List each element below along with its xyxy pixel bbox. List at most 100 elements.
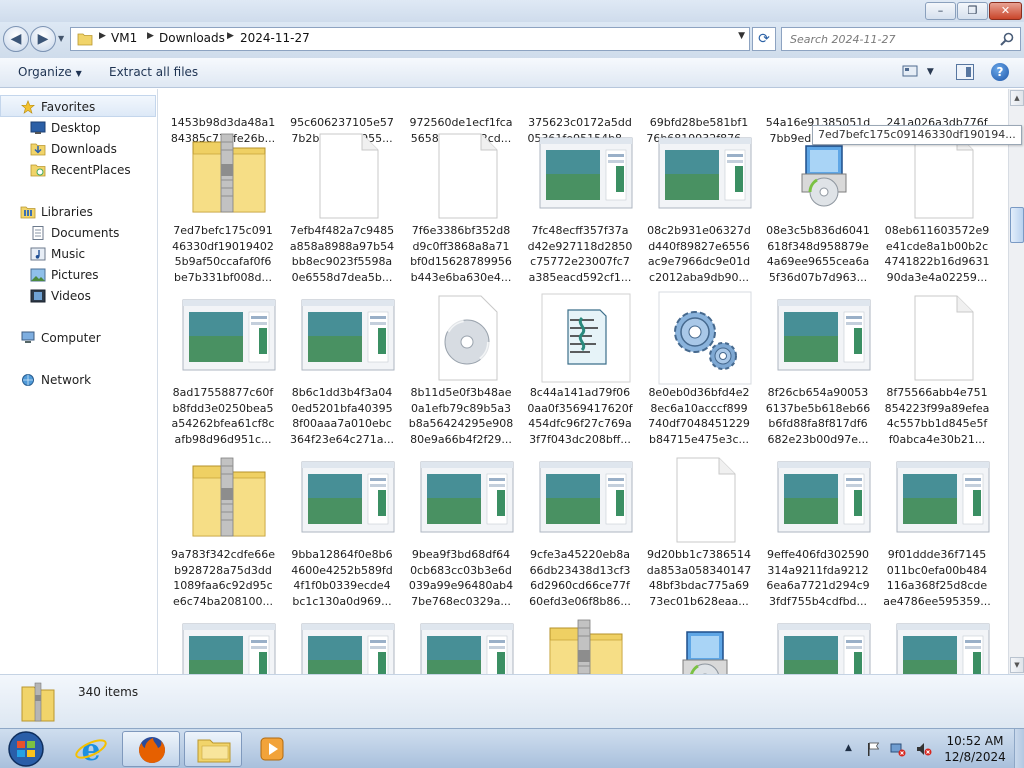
address-bar[interactable]: ▶ VM1 ▶ Downloads ▶ 2024-11-27 ▼ xyxy=(70,27,750,51)
network-status-icon[interactable] xyxy=(890,741,906,757)
file-name-line: a54262bfea61cf8c xyxy=(171,417,275,430)
nav-pictures-label: Pictures xyxy=(51,268,99,282)
file-name-line: 4600e4252b589fd xyxy=(291,563,393,577)
file-name-line: 0e6558d7dea5b... xyxy=(291,270,393,284)
crumb-separator-icon[interactable]: ▶ xyxy=(227,31,234,41)
show-hidden-icons-button[interactable]: ▲ xyxy=(845,743,852,753)
file-name-line: d440f89827e6556 xyxy=(648,239,750,253)
file-item[interactable]: 7fc48ecff357f37a d42e927118d2850 c75772e23… xyxy=(524,127,636,289)
file-item[interactable] xyxy=(524,613,636,674)
back-button[interactable]: ◀ xyxy=(3,26,29,52)
file-item[interactable]: 08c2b931e06327d d440f89827e6556 ac9e7966dc… xyxy=(643,127,755,289)
file-name-line: 08eb611603572e9 xyxy=(884,224,990,237)
file-name-line: 66db23438d13cf3 xyxy=(529,563,631,577)
navigation-pane: Favorites Desktop Downloads RecentPlaces… xyxy=(0,89,158,674)
show-desktop-button[interactable] xyxy=(1014,729,1024,768)
file-name-line: 682e23b00d97e... xyxy=(767,432,869,446)
scroll-up-button[interactable]: ▲ xyxy=(1010,90,1024,106)
crumb-separator-icon[interactable]: ▶ xyxy=(99,31,106,41)
organize-button[interactable]: Organize ▼ xyxy=(18,65,82,79)
file-item[interactable]: 08eb611603572e9 e41cde8a1b00b2c 4741822b16… xyxy=(881,127,993,289)
file-item[interactable]: 9f01ddde36f7145 011bc0efa00b484 116a368f25… xyxy=(881,451,993,613)
file-item[interactable]: 8b11d5e0f3b48ae 0a1efb79c89b5a3 b8a5642429… xyxy=(405,289,517,451)
file-item[interactable]: 9a783f342cdfe66e b928728a75d3dd 1089faa6c9… xyxy=(167,451,279,613)
address-row: ◀ ▶ ▼ ▶ VM1 ▶ Downloads ▶ 2024-11-27 ▼ ⟳ xyxy=(0,22,1024,58)
close-button[interactable]: ✕ xyxy=(989,2,1022,20)
file-item[interactable] xyxy=(881,613,993,674)
crumb-date-folder[interactable]: 2024-11-27 xyxy=(240,31,310,45)
window-thumbnail-icon xyxy=(539,137,633,209)
organize-label: Organize xyxy=(18,65,72,79)
vertical-scrollbar[interactable]: ▲ ▼ xyxy=(1008,89,1024,674)
help-button[interactable]: ? xyxy=(991,63,1009,81)
file-item[interactable]: 9cfe3a45220eb8a 66db23438d13cf3 6d2960cd66… xyxy=(524,451,636,613)
installer-icon xyxy=(682,631,728,674)
change-view-button[interactable]: ▼ xyxy=(902,65,940,81)
action-center-flag-icon[interactable] xyxy=(866,741,882,757)
file-name: 9d20bb1c7386514 da853a058340147 48bf3bdac7… xyxy=(643,547,755,609)
script-file-icon xyxy=(541,293,631,383)
libraries-icon xyxy=(20,206,36,219)
start-button[interactable] xyxy=(4,730,48,768)
minimize-button[interactable]: – xyxy=(925,2,956,20)
file-item[interactable]: 7ed7befc175c091 46330df19019402 5b9af50cca… xyxy=(167,127,279,289)
file-name-line: b8a56424295e908 xyxy=(408,417,514,430)
scroll-down-button[interactable]: ▼ xyxy=(1010,657,1024,673)
taskbar-internet-explorer[interactable]: e xyxy=(62,731,120,768)
file-name-line: 8ec6a10acccf899 xyxy=(650,401,748,415)
crumb-separator-icon[interactable]: ▶ xyxy=(147,31,154,41)
recent-pages-dropdown[interactable]: ▼ xyxy=(58,34,64,43)
search-input[interactable] xyxy=(782,28,992,50)
search-icon[interactable] xyxy=(999,31,1015,47)
file-item[interactable]: 9bea9f3bd68df64 0cb683cc03b3e6d 039a99e964… xyxy=(405,451,517,613)
file-item[interactable]: 08e3c5b836d6041 618f348d958879e 4a69ee9655… xyxy=(762,127,874,289)
file-name-line: 6d2960cd66ce77f xyxy=(530,579,630,592)
file-item[interactable]: 8f75566abb4e751 854223f99a89efea 4c557bb1d… xyxy=(881,289,993,451)
file-item[interactable]: 8c44a141ad79f06 0aa0f3569417620f 454dfc96f… xyxy=(524,289,636,451)
forward-button[interactable]: ▶ xyxy=(30,26,56,52)
file-item[interactable]: 9effe406fd302590 314a9211fda9212 6ea6a7721… xyxy=(762,451,874,613)
file-item[interactable]: 9d20bb1c7386514 da853a058340147 48bf3bdac7… xyxy=(643,451,755,613)
file-item[interactable] xyxy=(405,613,517,674)
file-name-line: e41cde8a1b00b2c xyxy=(885,239,989,253)
window-thumbnail-icon xyxy=(182,623,276,674)
file-item[interactable]: 8f26cb654a90053 6137be5b618eb66 b6fd88fa8f… xyxy=(762,289,874,451)
file-item[interactable]: 8e0eb0d36bfd4e2 8ec6a10acccf899 740df70484… xyxy=(643,289,755,451)
maximize-button[interactable]: ❐ xyxy=(957,2,988,20)
file-name-line: 48bf3bdac775a69 xyxy=(648,579,750,592)
crumb-downloads[interactable]: Downloads xyxy=(159,31,225,45)
volume-muted-icon[interactable] xyxy=(916,741,932,757)
file-name-line: c75772e23007fc7 xyxy=(530,255,630,268)
search-box[interactable] xyxy=(781,27,1021,51)
taskbar-firefox[interactable] xyxy=(122,731,180,767)
file-item[interactable] xyxy=(643,613,755,674)
file-name-line: 0aa0f3569417620f xyxy=(527,401,633,415)
file-name-line: be7b331bf008d... xyxy=(173,270,273,284)
crumb-vm1[interactable]: VM1 xyxy=(111,31,137,45)
file-name-line: 618f348d958879e xyxy=(767,239,869,253)
file-name-line: 8b6c1dd3b4f3a04 xyxy=(291,386,393,399)
file-item[interactable] xyxy=(762,613,874,674)
media-player-icon xyxy=(260,737,284,761)
file-name-line: b443e6ba630e4... xyxy=(410,270,512,284)
file-item[interactable]: 7efb4f482a7c9485 a858a8988a97b54 bb8ec9023… xyxy=(286,127,398,289)
back-arrow-icon: ◀ xyxy=(10,31,22,47)
file-name-line: e6c74ba208100... xyxy=(172,594,273,608)
file-item[interactable]: 8b6c1dd3b4f3a04 0ed5201bfa40395 8f00aaa7a0… xyxy=(286,289,398,451)
file-item[interactable]: 7f6e3386bf352d8 d9c0ff3868a8a71 bf0d156287… xyxy=(405,127,517,289)
taskbar-windows-explorer[interactable] xyxy=(184,731,242,767)
clock-time[interactable]: 10:52 AM xyxy=(940,734,1010,748)
address-dropdown-icon[interactable]: ▼ xyxy=(738,31,745,41)
file-item[interactable]: 8ad17558877c60f b8fdd3e0250bea5 a54262bfea… xyxy=(167,289,279,451)
scroll-thumb[interactable] xyxy=(1010,207,1024,243)
taskbar-media-player[interactable] xyxy=(244,731,302,767)
clock-date[interactable]: 12/8/2024 xyxy=(940,750,1010,764)
file-item[interactable] xyxy=(167,613,279,674)
file-item[interactable]: 9bba12864f0e8b6 4600e4252b589fd 4f1f0b0339… xyxy=(286,451,398,613)
window-thumbnail-icon xyxy=(896,623,990,674)
refresh-button[interactable]: ⟳ xyxy=(752,27,776,51)
file-item[interactable] xyxy=(286,613,398,674)
file-name-line: d9c0ff3868a8a71 xyxy=(412,239,510,253)
extract-all-files-button[interactable]: Extract all files xyxy=(109,65,198,79)
preview-pane-button[interactable] xyxy=(956,64,974,80)
